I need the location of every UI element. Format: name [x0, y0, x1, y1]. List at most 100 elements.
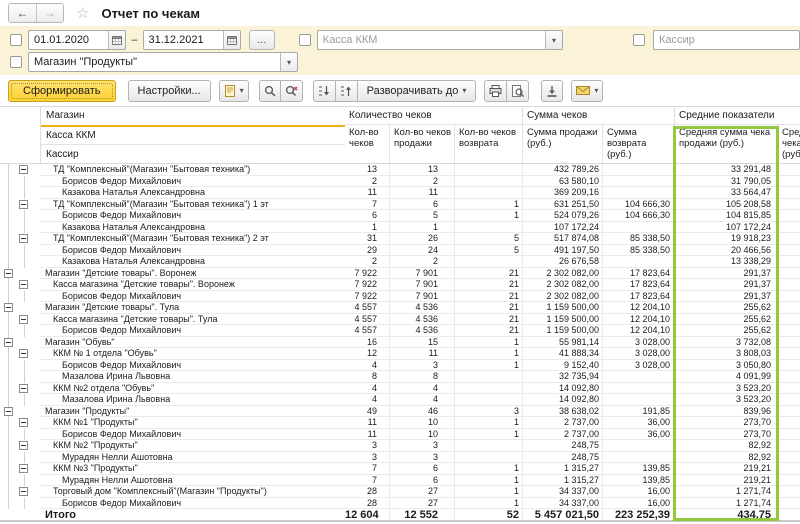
search-button[interactable] [259, 80, 281, 102]
cell-value [778, 187, 800, 199]
cancel-search-button[interactable] [280, 80, 303, 102]
cell-value: 33 291,48 [675, 164, 778, 176]
report-variants-button[interactable]: ▾ [219, 80, 249, 102]
cell-value: 2 302 082,00 [523, 279, 603, 291]
collapse-toggle-icon[interactable] [4, 269, 13, 278]
cell-value: 4 557 [345, 314, 390, 326]
kassa-combo[interactable]: Касса ККМ ▾ [317, 30, 563, 50]
collapse-toggle-icon[interactable] [4, 303, 13, 312]
period-from-input[interactable]: 01.01.2020 [28, 30, 126, 50]
cell-value [778, 394, 800, 406]
header-kassa[interactable]: Касса ККМ [41, 127, 345, 146]
cell-value: 21 [455, 268, 523, 280]
collapse-toggle-icon[interactable] [19, 418, 28, 427]
cell-value: 1 [390, 222, 455, 234]
table-row[interactable]: Мазалова Ирина Львовна4414 092,803 523,2… [0, 394, 800, 406]
store-checkbox[interactable] [10, 56, 22, 68]
table-row[interactable]: Магазин "Продукты"4946338 638,02191,8583… [0, 406, 800, 418]
collapse-toggle-icon[interactable] [4, 407, 13, 416]
print-preview-icon [511, 85, 524, 97]
store-combo[interactable]: Магазин "Продукты" ▾ [28, 52, 298, 72]
collapse-toggle-icon[interactable] [19, 464, 28, 473]
table-row[interactable]: ТД "Комплексный"(Магазин "Бытовая техник… [0, 233, 800, 245]
collapse-levels-button[interactable] [335, 80, 358, 102]
table-row[interactable]: Магазин "Детские товары". Тула4 5574 536… [0, 302, 800, 314]
print-button[interactable] [484, 80, 507, 102]
cell-value: 49 [345, 406, 390, 418]
table-row[interactable]: ККМ №1 "Продукты"111012 737,0036,00273,7… [0, 417, 800, 429]
cell-value: 1 [455, 360, 523, 372]
collapse-toggle-icon[interactable] [19, 200, 28, 209]
table-row[interactable]: Мурадян Нелли Ашотовна7611 315,27139,852… [0, 475, 800, 487]
header-store[interactable]: Магазин [41, 107, 345, 127]
cell-value: 1 [455, 475, 523, 487]
table-row[interactable]: Казакова Наталья Александровна2226 676,5… [0, 256, 800, 268]
table-row[interactable]: Борисов Федор Михайлович7 9227 901212 30… [0, 291, 800, 303]
chevron-down-icon[interactable]: ▾ [545, 31, 562, 49]
table-row[interactable]: Мурадян Нелли Ашотовна33248,7582,92 [0, 452, 800, 464]
table-row[interactable]: ККМ №2 отдела "Обувь"4414 092,803 523,20 [0, 383, 800, 395]
cell-value [603, 222, 675, 234]
period-to-input[interactable]: 31.12.2021 [143, 30, 241, 50]
collapse-toggle-icon[interactable] [19, 349, 28, 358]
cell-value: 3 523,20 [675, 383, 778, 395]
collapse-toggle-icon[interactable] [4, 338, 13, 347]
table-row[interactable]: Казакова Наталья Александровна1111369 20… [0, 187, 800, 199]
expand-to-button[interactable]: Разворачивать до ▾ [357, 80, 477, 102]
table-row[interactable]: Борисов Федор Михайлович2827134 337,0016… [0, 498, 800, 510]
save-button[interactable] [541, 80, 563, 102]
generate-button[interactable]: Сформировать [8, 80, 116, 102]
table-row[interactable]: Борисов Федор Михайлович4 5574 536211 15… [0, 325, 800, 337]
table-row[interactable]: Мазалова Ирина Львовна8832 735,944 091,9… [0, 371, 800, 383]
table-row[interactable]: Магазин "Обувь"1615155 981,143 028,003 7… [0, 337, 800, 349]
settings-button[interactable]: Настройки... [128, 80, 211, 102]
table-row[interactable]: Магазин "Детские товары". Воронеж7 9227 … [0, 268, 800, 280]
table-row[interactable]: Касса магазина "Детские товары". Тула4 5… [0, 314, 800, 326]
collapse-toggle-icon[interactable] [19, 315, 28, 324]
table-row[interactable]: Торговый дом "Комплексный"(Магазин "Прод… [0, 486, 800, 498]
table-row[interactable]: Борисов Федор Михайлович4319 152,403 028… [0, 360, 800, 372]
back-button[interactable]: ← [9, 4, 36, 22]
cell-value: 26 [390, 233, 455, 245]
table-row[interactable]: ККМ №2 "Продукты"33248,7582,92 [0, 440, 800, 452]
kassir-combo[interactable]: Кассир [653, 30, 800, 50]
collapse-toggle-icon[interactable] [19, 165, 28, 174]
table-row[interactable]: Борисов Федор Михайлович651524 079,26104… [0, 210, 800, 222]
table-row[interactable]: Борисов Федор Михайлович29245491 197,508… [0, 245, 800, 257]
collapse-toggle-icon[interactable] [19, 280, 28, 289]
collapse-toggle-icon[interactable] [19, 441, 28, 450]
table-row[interactable]: ККМ № 1 отдела "Обувь"1211141 888,343 02… [0, 348, 800, 360]
cell-value: 3 [390, 440, 455, 452]
table-row[interactable]: Борисов Федор Михайлович2263 580,1031 79… [0, 176, 800, 188]
cell-value: 36,00 [603, 417, 675, 429]
email-button[interactable]: ▾ [571, 80, 603, 102]
favorite-star-icon[interactable]: ☆ [76, 6, 89, 21]
cell-value: 26 676,58 [523, 256, 603, 268]
expand-levels-button[interactable] [313, 80, 336, 102]
period-more-button[interactable]: ... [249, 30, 275, 50]
cell-value: 4 [390, 394, 455, 406]
calendar-icon[interactable] [223, 31, 240, 49]
table-row[interactable]: Борисов Федор Михайлович111012 737,0036,… [0, 429, 800, 441]
cell-value: 839,96 [675, 406, 778, 418]
collapse-toggle-icon[interactable] [19, 384, 28, 393]
row-label: ТД "Комплексный"(Магазин "Бытовая техник… [40, 164, 345, 176]
kassir-checkbox[interactable] [633, 34, 645, 46]
forward-button[interactable]: → [36, 4, 63, 22]
period-checkbox[interactable] [10, 34, 22, 46]
header-kassir[interactable]: Кассир [41, 145, 345, 163]
table-row[interactable]: ККМ №3 "Продукты"7611 315,27139,85219,21 [0, 463, 800, 475]
preview-button[interactable] [506, 80, 529, 102]
calendar-icon[interactable] [108, 31, 125, 49]
table-row[interactable]: ТД "Комплексный"(Магазин "Бытовая техник… [0, 164, 800, 176]
kassa-checkbox[interactable] [299, 34, 311, 46]
table-row[interactable]: Касса магазина "Детские товары". Воронеж… [0, 279, 800, 291]
cell-value: 11 [345, 429, 390, 441]
chevron-down-icon[interactable]: ▾ [280, 53, 297, 71]
total-row[interactable]: Итого 12 604 12 552 52 5 457 021,50 223 … [0, 509, 800, 522]
collapse-toggle-icon[interactable] [19, 234, 28, 243]
table-row[interactable]: Казакова Наталья Александровна11107 172,… [0, 222, 800, 234]
cell-value: 21 [455, 302, 523, 314]
table-row[interactable]: ТД "Комплексный"(Магазин "Бытовая техник… [0, 199, 800, 211]
collapse-toggle-icon[interactable] [19, 487, 28, 496]
